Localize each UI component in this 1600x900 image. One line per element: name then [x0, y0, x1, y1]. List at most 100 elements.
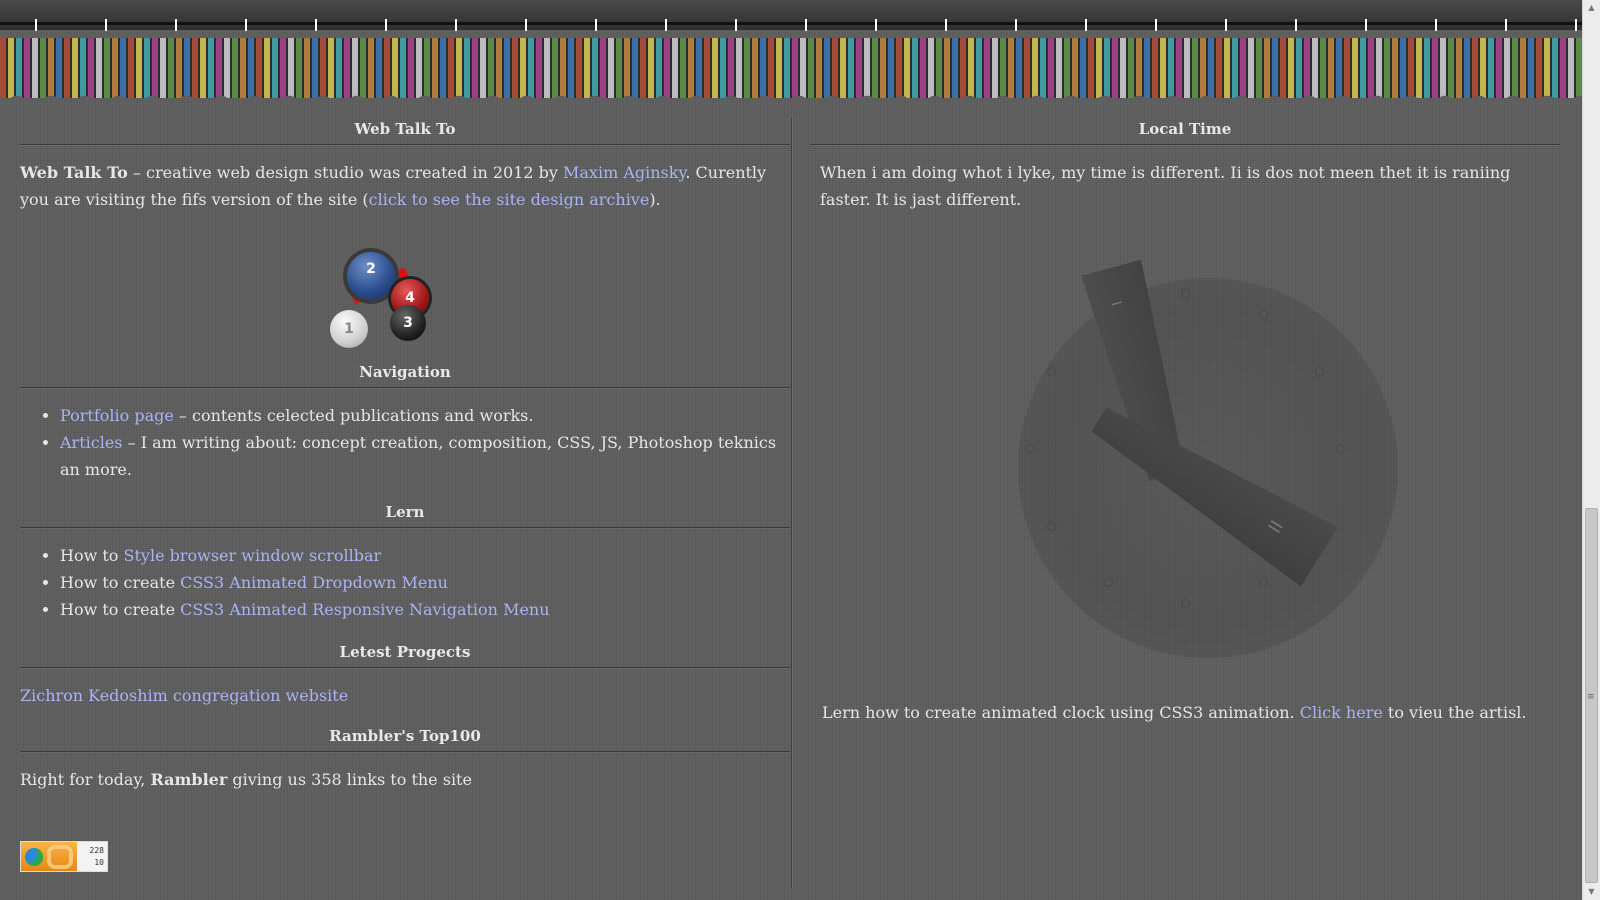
window-scrollbar[interactable]: ▲ ≡ ▼	[1582, 0, 1600, 900]
ruler-tick	[1085, 19, 1087, 31]
banner-rule-line	[0, 22, 1583, 25]
ruler-tick	[175, 19, 177, 31]
ruler-tick	[1155, 19, 1157, 31]
ruler-tick	[1575, 19, 1577, 31]
ball-1-icon: 1	[330, 310, 368, 348]
clock-hour-dot	[1047, 522, 1055, 530]
rambler-logo-icon	[21, 842, 77, 871]
articles-desc: – I am writing about: concept creation, …	[60, 433, 777, 479]
lern-prefix: How to	[60, 546, 124, 565]
scroll-up-arrow-icon[interactable]: ▲	[1583, 0, 1600, 16]
counter-bottom: 10	[94, 858, 104, 867]
clock-hour-dot	[1104, 579, 1112, 587]
banner-dark-strip	[0, 0, 1583, 30]
ruler-tick	[735, 19, 737, 31]
clock-article-text-2: to vieu the artisl.	[1382, 703, 1527, 722]
ball-3-icon: 3	[390, 305, 426, 341]
author-link[interactable]: Maxim Aginsky	[563, 163, 685, 182]
ruler-tick	[105, 19, 107, 31]
clock-hour-dot	[1027, 445, 1034, 452]
articles-link[interactable]: Articles	[60, 433, 123, 452]
rambler-text-1: Right for today,	[20, 770, 151, 789]
ruler-tick	[665, 19, 667, 31]
lern-prefix: How to create	[60, 600, 181, 619]
rambler-paragraph: Right for today, Rambler giving us 358 l…	[20, 766, 790, 793]
right-column: Local Time When i am doing whot i lyke, …	[810, 110, 1560, 213]
list-item: How to create CSS3 Animated Responsive N…	[60, 596, 790, 623]
ball-2-icon: 2	[347, 252, 395, 300]
dropdown-article-link[interactable]: CSS3 Animated Dropdown Menu	[180, 573, 448, 592]
portfolio-link[interactable]: Portfolio page	[60, 406, 174, 425]
ball-3-label: 3	[403, 315, 413, 331]
archive-link[interactable]: click to see the site design archive	[369, 190, 650, 209]
ball-1-label: 1	[344, 321, 354, 337]
clock-hour-dot	[1182, 600, 1189, 607]
rambler-text-2: giving us 358 links to the site	[227, 770, 472, 789]
column-divider	[791, 118, 792, 888]
ruler-tick	[1505, 19, 1507, 31]
responsive-nav-article-link[interactable]: CSS3 Animated Responsive Navigation Menu	[180, 600, 549, 619]
intro-text-1: – creative web design studio was created…	[127, 163, 563, 182]
list-item: How to create CSS3 Animated Dropdown Men…	[60, 569, 790, 596]
header-pencil-banner	[0, 0, 1583, 98]
portfolio-desc: – contents celected publications and wor…	[173, 406, 534, 425]
scrollbar-article-link[interactable]: Style browser window scrollbar	[124, 546, 382, 565]
ruler-tick	[945, 19, 947, 31]
ruler-tick	[315, 19, 317, 31]
left-column: Web Talk To Web Talk To – creative web d…	[20, 110, 790, 793]
brand-name: Web Talk To	[20, 163, 128, 182]
section-title-navigation: Navigation	[20, 361, 790, 388]
ruler-tick	[805, 19, 807, 31]
ruler-tick	[385, 19, 387, 31]
zichron-project-link[interactable]: Zichron Kedoshim congregation website	[20, 686, 348, 705]
pencil-stripes	[0, 30, 1583, 98]
clock-hour-dot	[1182, 290, 1189, 297]
ruler-tick	[1225, 19, 1227, 31]
intro-paragraph: Web Talk To – creative web design studio…	[20, 159, 790, 213]
clock-hour-dot	[1337, 445, 1344, 452]
counter-top: 228	[89, 846, 104, 855]
ruler-tick	[1365, 19, 1367, 31]
counter-numbers: 228 10	[77, 842, 107, 871]
ruler-tick	[595, 19, 597, 31]
ruler-tick	[1295, 19, 1297, 31]
list-item: How to Style browser window scrollbar	[60, 542, 790, 569]
ruler-tick	[35, 19, 37, 31]
section-title-projects: Letest Progects	[20, 633, 790, 668]
scroll-down-arrow-icon[interactable]: ▼	[1583, 884, 1600, 900]
ball-2-label: 2	[366, 261, 376, 277]
ruler-tick	[525, 19, 527, 31]
clock-article-text-1: Lern how to create animated clock using …	[822, 703, 1300, 722]
list-item: Articles – I am writing about: concept c…	[60, 429, 790, 483]
logo-balls: 2 4 3 1	[20, 213, 790, 361]
minute-hand-mark: II	[1262, 515, 1287, 536]
ball-4-label: 4	[405, 290, 415, 306]
rambler-brand: Rambler	[150, 770, 228, 789]
projects-paragraph: Zichron Kedoshim congregation website	[20, 682, 790, 709]
clock-hour-dot	[1316, 367, 1324, 375]
clock-article-paragraph: Lern how to create animated clock using …	[822, 699, 1562, 726]
ruler-tick	[455, 19, 457, 31]
ruler-tick	[875, 19, 877, 31]
local-time-paragraph: When i am doing whot i lyke, my time is …	[820, 163, 1511, 209]
hour-hand-mark: I	[1107, 299, 1124, 308]
rambler-logo-mark	[25, 848, 43, 866]
ruler-tick	[1015, 19, 1017, 31]
navigation-list: Portfolio page – contents celected publi…	[20, 402, 790, 483]
rambler-logo-r	[47, 845, 73, 869]
section-title-web-talk: Web Talk To	[20, 110, 790, 145]
section-title-rambler: Rambler's Top100	[20, 717, 790, 752]
lern-prefix: How to create	[60, 573, 181, 592]
clock-center-pin	[1174, 405, 1181, 412]
clock-hour-dot	[1259, 310, 1267, 318]
rambler-counter-badge[interactable]: 228 10	[20, 841, 108, 872]
section-title-local-time: Local Time	[810, 110, 1560, 145]
section-title-lern: Lern	[20, 493, 790, 528]
ruler-tick	[245, 19, 247, 31]
lern-list: How to Style browser window scrollbar Ho…	[20, 542, 790, 623]
clock-article-link[interactable]: Click here	[1300, 703, 1383, 722]
clock-hour-dot	[1047, 367, 1055, 375]
intro-text-3: ).	[649, 190, 661, 209]
list-item: Portfolio page – contents celected publi…	[60, 402, 790, 429]
clock-hour-dot	[1259, 579, 1267, 587]
